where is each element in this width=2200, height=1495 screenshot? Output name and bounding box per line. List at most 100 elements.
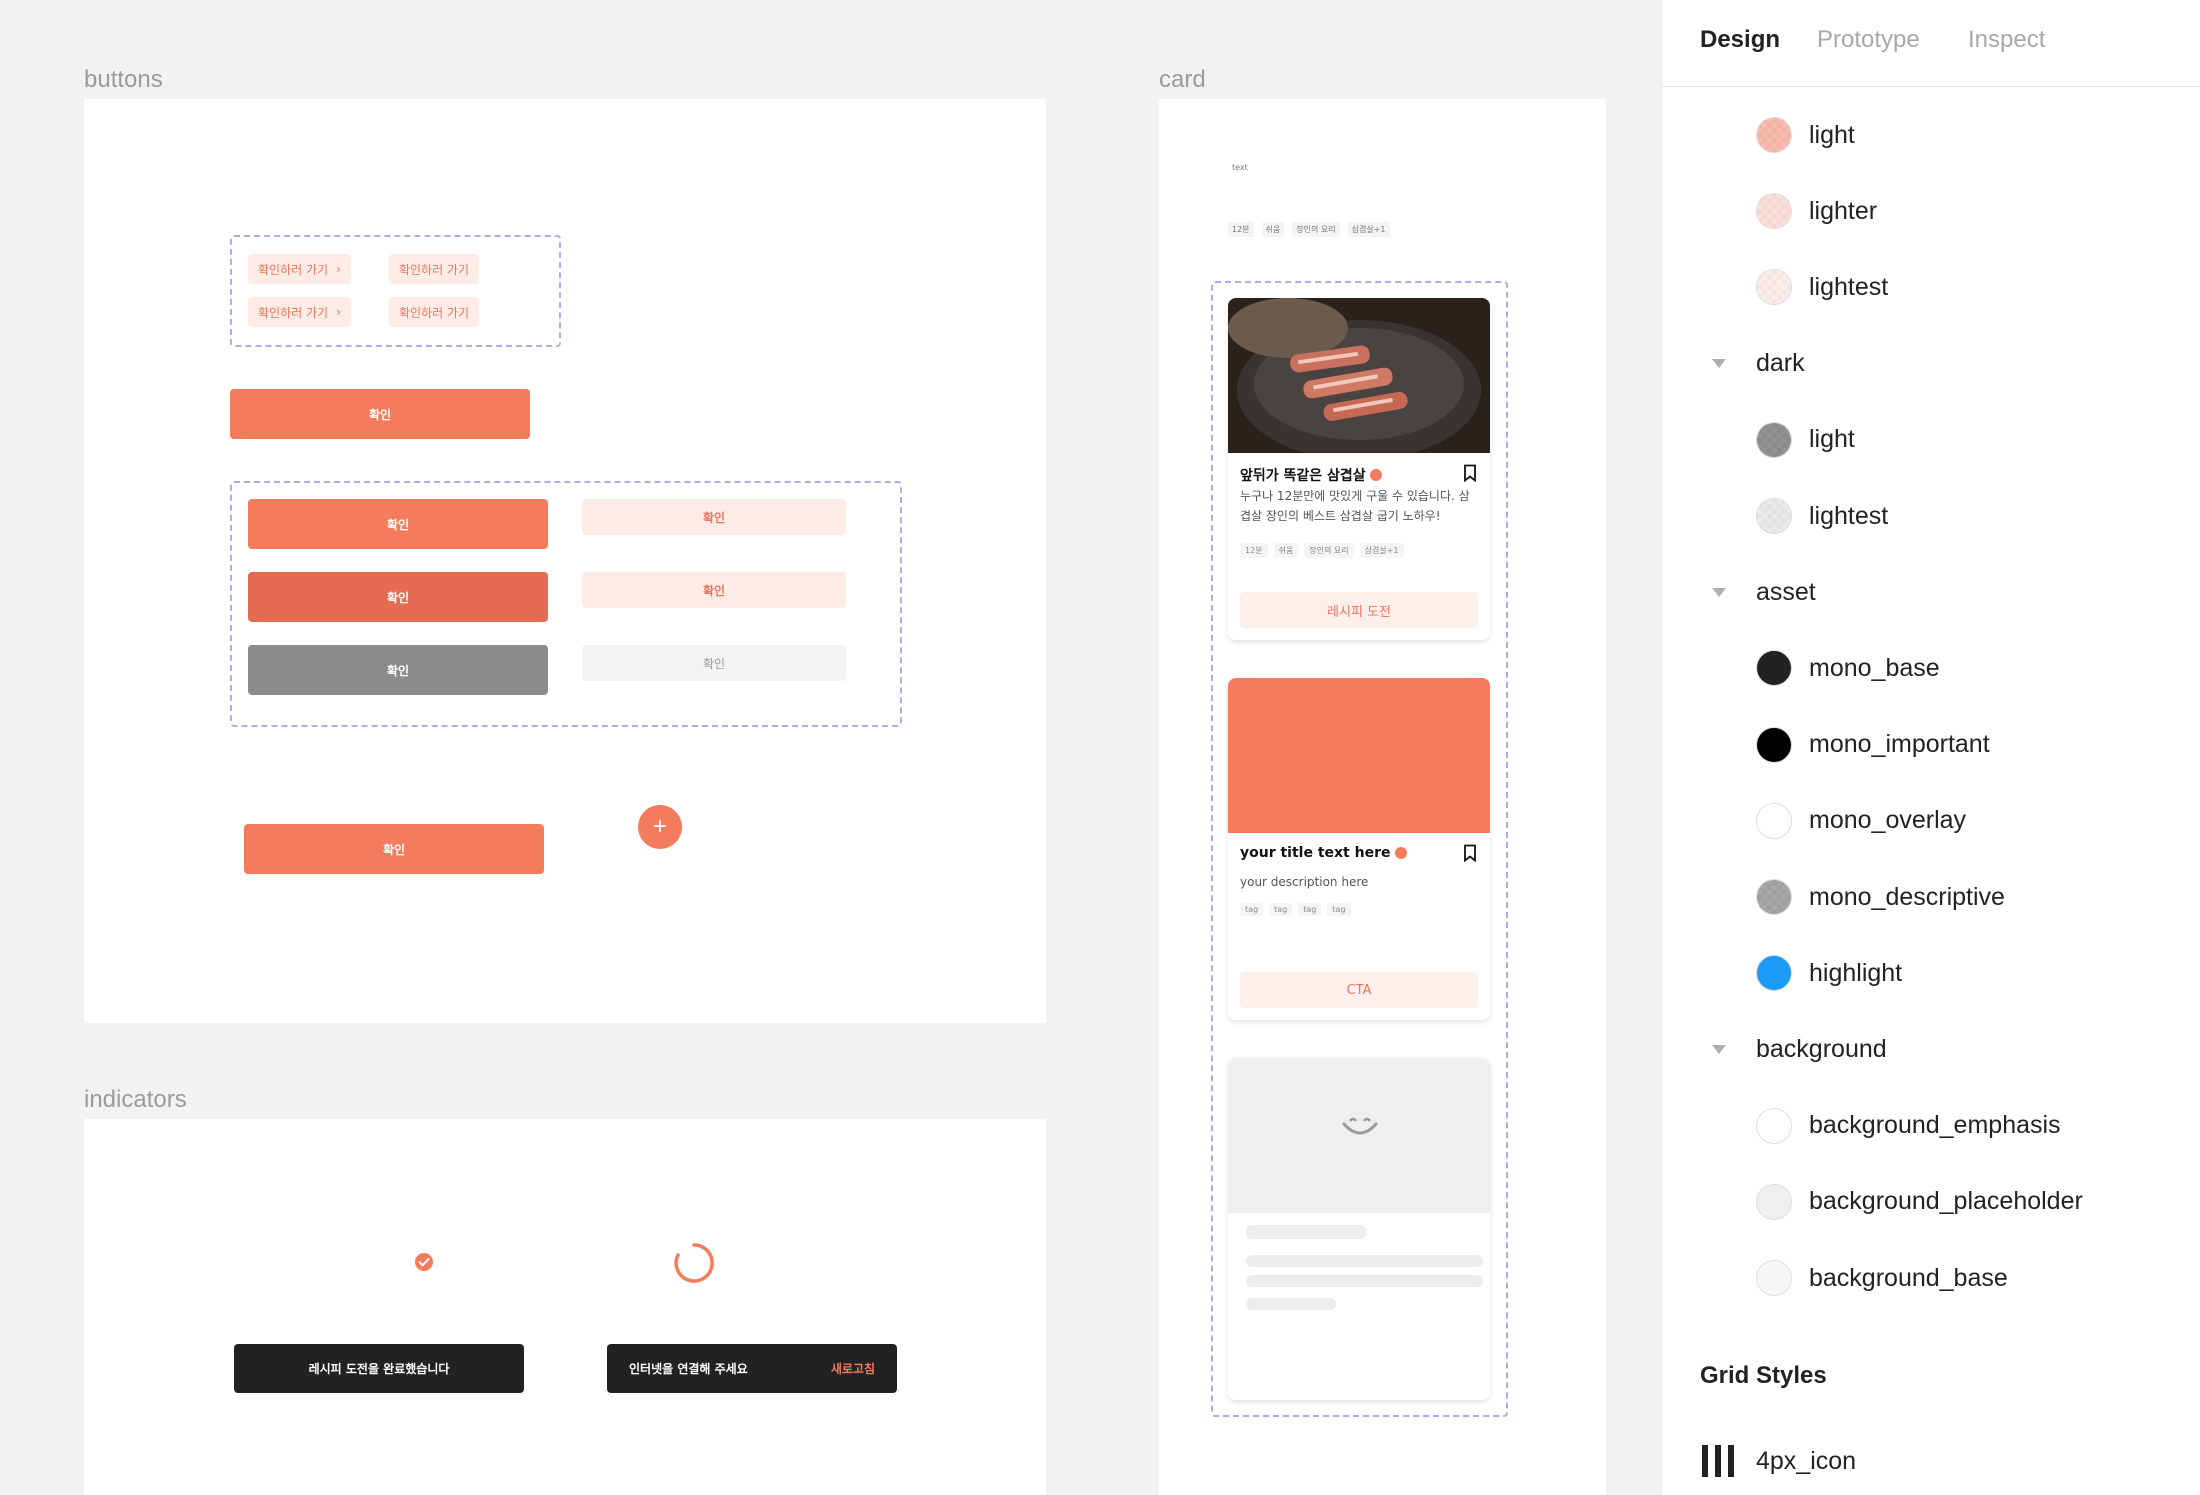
color-style-item[interactable]: highlight <box>1662 943 2200 1003</box>
confirm-button-pressed[interactable]: 확인 <box>248 572 548 622</box>
color-swatch <box>1756 955 1792 992</box>
recipe-card-description: 누구나 12분만에 맛있게 구울 수 있습니다. 삼겹살 장인의 베스트 삼겹살… <box>1240 489 1470 523</box>
color-style-label: mono_base <box>1809 653 1940 682</box>
color-style-label: lightest <box>1809 272 1889 301</box>
color-style-item[interactable]: mono_descriptive <box>1662 867 2200 927</box>
chip-label: 확인하러 가기 <box>258 305 329 320</box>
tag: tag <box>1327 903 1351 916</box>
skeleton-line <box>1246 1225 1366 1239</box>
color-style-item[interactable]: background_placeholder <box>1662 1172 2200 1232</box>
confirm-soft-button-pressed[interactable]: 확인 <box>582 572 846 608</box>
color-style-label: mono_important <box>1809 730 1990 759</box>
tag-row[interactable]: 12분 쉬움 장인의 요리 삼겹살+1 <box>1228 222 1390 237</box>
frame-label-buttons[interactable]: buttons <box>84 66 163 94</box>
color-style-item[interactable]: lightest <box>1662 486 2200 546</box>
swatch-fill <box>1757 499 1791 533</box>
tag: 12분 <box>1228 222 1254 237</box>
confirm-button-disabled[interactable]: 확인 <box>248 645 548 695</box>
color-swatch <box>1756 269 1792 306</box>
confirm-button[interactable]: 확인 <box>230 389 530 439</box>
toast-message: 레시피 도전을 완료했습니다 <box>308 1362 450 1376</box>
color-swatch <box>1756 1107 1792 1144</box>
swatch-fill <box>1757 270 1791 305</box>
chevron-right-icon: › <box>336 305 341 319</box>
tag: 삼겹살+1 <box>1359 543 1404 558</box>
recipe-challenge-button[interactable]: 레시피 도전 <box>1240 592 1478 628</box>
offline-toast: 인터넷을 연결해 주세요 새로고침 <box>607 1344 897 1393</box>
color-style-item[interactable]: lightest <box>1662 257 2200 317</box>
color-swatch <box>1756 1260 1792 1296</box>
color-style-item[interactable]: light <box>1662 410 2200 470</box>
grid-style-item[interactable]: 4px_icon <box>1662 1431 2200 1491</box>
tag: 장인의 요리 <box>1304 543 1354 558</box>
color-style-label: mono_overlay <box>1809 806 1967 835</box>
confirm-soft-button-default[interactable]: 확인 <box>582 499 846 535</box>
color-style-item[interactable]: light <box>1662 105 2200 165</box>
tab-inspect[interactable]: Inspect <box>1968 26 2045 54</box>
recipe-card[interactable]: 앞뒤가 똑같은 삼겹살 누구나 12분만에 맛있게 구울 수 있습니다. 삼겹살… <box>1228 298 1490 640</box>
color-swatch <box>1756 117 1792 153</box>
color-style-item[interactable]: mono_overlay <box>1662 791 2200 851</box>
go-check-chip[interactable]: 확인하러 가기 › <box>248 254 351 284</box>
swatch-fill <box>1757 880 1791 914</box>
verified-badge-icon <box>415 1253 433 1271</box>
template-card[interactable]: your title text here your description he… <box>1228 678 1490 1020</box>
go-check-chip[interactable]: 확인하러 가기 <box>389 254 480 284</box>
tag: 쉬움 <box>1273 543 1299 558</box>
confirm-button[interactable]: 확인 <box>244 824 544 874</box>
caret-down-icon[interactable] <box>1712 1044 1726 1054</box>
caret-down-icon[interactable] <box>1712 359 1726 369</box>
color-style-label: highlight <box>1809 958 1903 987</box>
color-style-item[interactable]: mono_base <box>1662 638 2200 698</box>
style-group[interactable]: dark <box>1662 334 2200 394</box>
color-style-label: lighter <box>1809 196 1878 225</box>
color-swatch <box>1756 726 1792 763</box>
style-group[interactable]: background <box>1662 1019 2200 1079</box>
tag: tag <box>1240 903 1264 916</box>
chip-label: 확인하러 가기 <box>258 262 329 277</box>
success-toast: 레시피 도전을 완료했습니다 <box>234 1344 524 1393</box>
text-sample[interactable]: text <box>1228 161 1252 174</box>
frame-buttons[interactable]: 확인하러 가기 › 확인하러 가기 확인하러 가기 › 확인하러 가기 확인 확인 … <box>84 99 1046 1023</box>
recipe-photo <box>1228 298 1490 460</box>
go-check-chip[interactable]: 확인하러 가기 <box>389 297 480 327</box>
go-check-chip[interactable]: 확인하러 가기 › <box>248 297 351 327</box>
color-style-item[interactable]: mono_important <box>1662 715 2200 775</box>
caret-down-icon[interactable] <box>1712 587 1726 597</box>
verified-badge-icon <box>1394 847 1407 859</box>
style-group-label: asset <box>1756 577 1816 606</box>
title-text: 앞뒤가 똑같은 삼겹살 <box>1240 468 1366 484</box>
card-media-placeholder <box>1228 678 1490 833</box>
frame-label-card[interactable]: card <box>1159 66 1206 94</box>
chip-label: 확인하러 가기 <box>399 305 470 320</box>
style-group[interactable]: asset <box>1662 562 2200 622</box>
grid-style-label: 4px_icon <box>1756 1446 1857 1475</box>
bookmark-icon[interactable] <box>1462 844 1478 862</box>
tab-design[interactable]: Design <box>1700 26 1780 54</box>
chip-group-selection <box>230 235 561 347</box>
frame-indicators[interactable]: 레시피 도전을 완료했습니다 인터넷을 연결해 주세요 새로고침 <box>84 1119 1046 1495</box>
add-fab-button[interactable]: + <box>638 805 682 849</box>
refresh-action[interactable]: 새로고침 <box>831 1360 875 1377</box>
skeleton-card[interactable] <box>1228 1058 1490 1400</box>
color-swatch <box>1756 879 1792 915</box>
frame-label-indicators[interactable]: indicators <box>84 1086 187 1114</box>
bookmark-icon[interactable] <box>1462 464 1478 482</box>
color-style-label: background_emphasis <box>1809 1111 2061 1140</box>
template-card-title: your title text here <box>1240 845 1407 861</box>
design-canvas[interactable]: buttons 확인하러 가기 › 확인하러 가기 확인하러 가기 › 확인하러 가… <box>0 0 1661 1495</box>
tag: 삼겹살+1 <box>1347 222 1390 237</box>
recipe-card-title: 앞뒤가 똑같은 삼겹살 <box>1240 465 1382 485</box>
confirm-soft-button-disabled[interactable]: 확인 <box>582 645 846 681</box>
color-style-item[interactable]: background_emphasis <box>1662 1096 2200 1156</box>
color-style-item[interactable]: lighter <box>1662 181 2200 241</box>
loading-spinner-icon <box>674 1243 714 1283</box>
cta-button[interactable]: CTA <box>1240 972 1478 1008</box>
color-style-item[interactable]: background_base <box>1662 1248 2200 1308</box>
plus-icon: + <box>652 813 667 840</box>
tab-prototype[interactable]: Prototype <box>1817 26 1920 54</box>
panel-tabs: Design Prototype Inspect <box>1662 0 2200 87</box>
color-style-label: lightest <box>1809 501 1889 530</box>
confirm-button-default[interactable]: 확인 <box>248 499 548 549</box>
properties-panel: Design Prototype Inspect light lighter lig… <box>1661 0 2200 1495</box>
